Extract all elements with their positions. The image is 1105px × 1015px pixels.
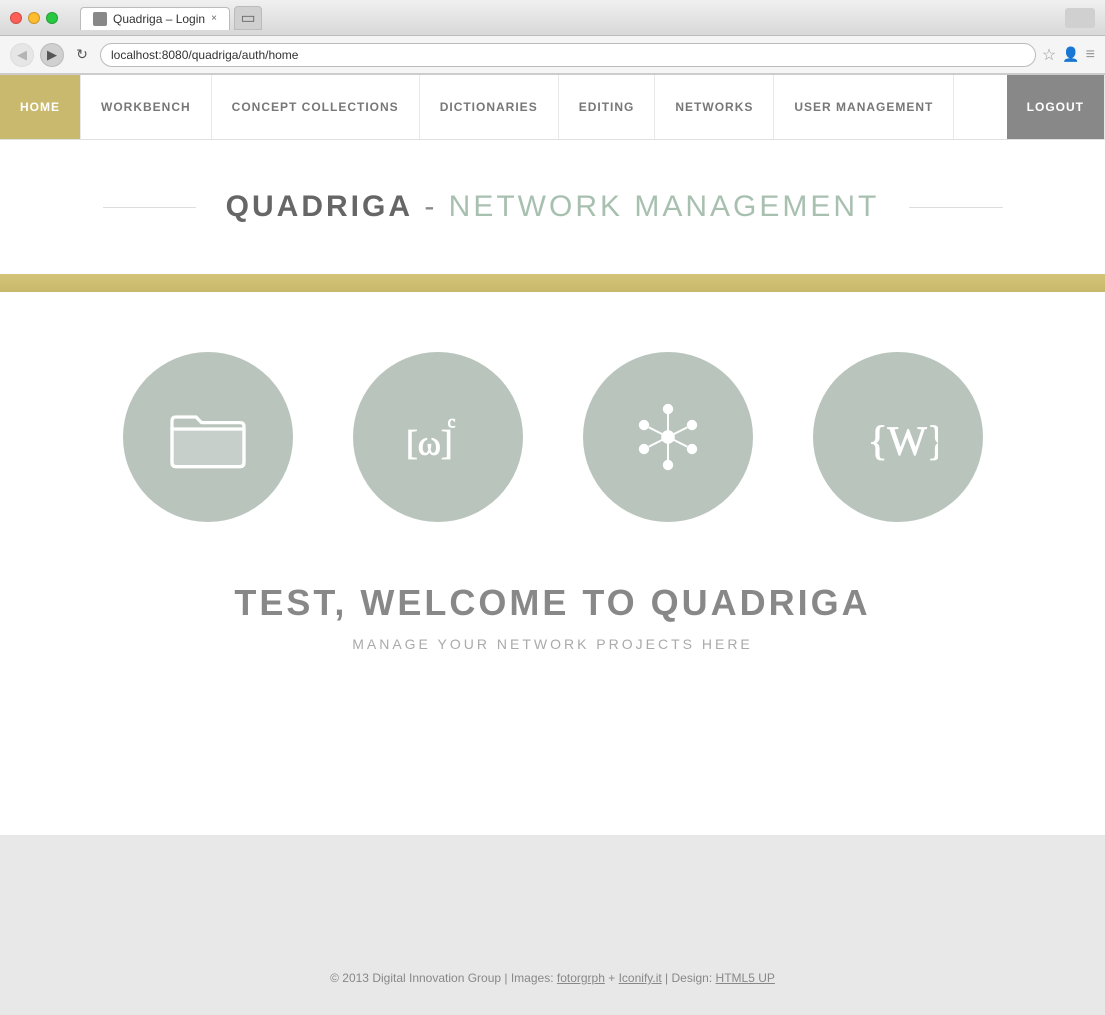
nav-bar: ◀ ▶ ↻ ☆ 👤 ≡: [0, 36, 1105, 74]
icons-section: [ω] c: [0, 292, 1105, 562]
menu-icon[interactable]: ≡: [1086, 46, 1095, 64]
hero-title-strong: QUADRIGA: [226, 190, 413, 223]
maximize-traffic-light[interactable]: [46, 12, 58, 24]
browser-chrome: Quadriga – Login × ▭ ◀ ▶ ↻ ☆ 👤 ≡: [0, 0, 1105, 75]
nav-item-logout[interactable]: LOGOUT: [1007, 75, 1105, 139]
refresh-button[interactable]: ↻: [70, 43, 94, 67]
close-traffic-light[interactable]: [10, 12, 22, 24]
new-tab-button[interactable]: ▭: [234, 6, 262, 30]
hero-section: QUADRIGA - NETWORK MANAGEMENT: [0, 140, 1105, 254]
svg-text:{W}: {W}: [867, 418, 937, 464]
browser-tabs: Quadriga – Login × ▭: [80, 6, 1055, 30]
concept-circle-icon[interactable]: [ω] c: [353, 352, 523, 522]
tab-title: Quadriga – Login: [113, 12, 205, 26]
active-tab[interactable]: Quadriga – Login ×: [80, 7, 230, 30]
gold-banner: [0, 274, 1105, 292]
welcome-title: TEST, WELCOME TO QUADRIGA: [20, 582, 1085, 624]
bookmark-icon[interactable]: ☆: [1042, 45, 1056, 65]
footer-text: © 2013 Digital Innovation Group | Images…: [330, 971, 775, 985]
window-expand-button[interactable]: [1065, 8, 1095, 28]
hero-title-accent: NETWORK MANAGEMENT: [449, 190, 880, 223]
nav-item-networks[interactable]: NETWORKS: [655, 75, 774, 139]
editing-icon: {W}: [858, 397, 938, 477]
back-button[interactable]: ◀: [10, 43, 34, 67]
folder-icon: [168, 397, 248, 477]
editing-circle-icon[interactable]: {W}: [813, 352, 983, 522]
nav-item-workbench[interactable]: WORKBENCH: [81, 75, 212, 139]
nav-item-user-management[interactable]: USER MANAGEMENT: [774, 75, 954, 139]
welcome-subtitle: MANAGE YOUR NETWORK PROJECTS HERE: [20, 636, 1085, 652]
tab-favicon: [93, 12, 107, 26]
account-icon[interactable]: 👤: [1062, 46, 1079, 63]
nav-item-concept-collections[interactable]: CONCEPT COLLECTIONS: [212, 75, 420, 139]
svg-text:[ω]: [ω]: [406, 424, 453, 463]
footer-link-html5up[interactable]: HTML5 UP: [716, 971, 775, 985]
traffic-lights: [10, 12, 58, 24]
footer: © 2013 Digital Innovation Group | Images…: [0, 835, 1105, 1015]
workbench-circle-icon[interactable]: [123, 352, 293, 522]
tab-close-button[interactable]: ×: [211, 13, 217, 24]
welcome-section: TEST, WELCOME TO QUADRIGA MANAGE YOUR NE…: [0, 562, 1105, 712]
main-navigation: HOME WORKBENCH CONCEPT COLLECTIONS DICTI…: [0, 75, 1105, 140]
svg-text:c: c: [447, 411, 455, 431]
hero-title: QUADRIGA - NETWORK MANAGEMENT: [196, 190, 910, 224]
forward-button[interactable]: ▶: [40, 43, 64, 67]
minimize-traffic-light[interactable]: [28, 12, 40, 24]
nav-item-editing[interactable]: EDITING: [559, 75, 656, 139]
network-circle-icon[interactable]: [583, 352, 753, 522]
nav-item-home[interactable]: HOME: [0, 75, 81, 139]
address-bar[interactable]: [100, 43, 1036, 67]
title-bar: Quadriga – Login × ▭: [0, 0, 1105, 36]
nav-item-dictionaries[interactable]: DICTIONARIES: [420, 75, 559, 139]
network-icon: [628, 397, 708, 477]
page-wrapper: HOME WORKBENCH CONCEPT COLLECTIONS DICTI…: [0, 75, 1105, 835]
concept-icon: [ω] c: [398, 397, 478, 477]
footer-link-fotorgrph[interactable]: fotorgrph: [557, 971, 605, 985]
footer-link-iconify[interactable]: Iconify.it: [619, 971, 662, 985]
hero-title-container: QUADRIGA - NETWORK MANAGEMENT: [103, 190, 1003, 224]
